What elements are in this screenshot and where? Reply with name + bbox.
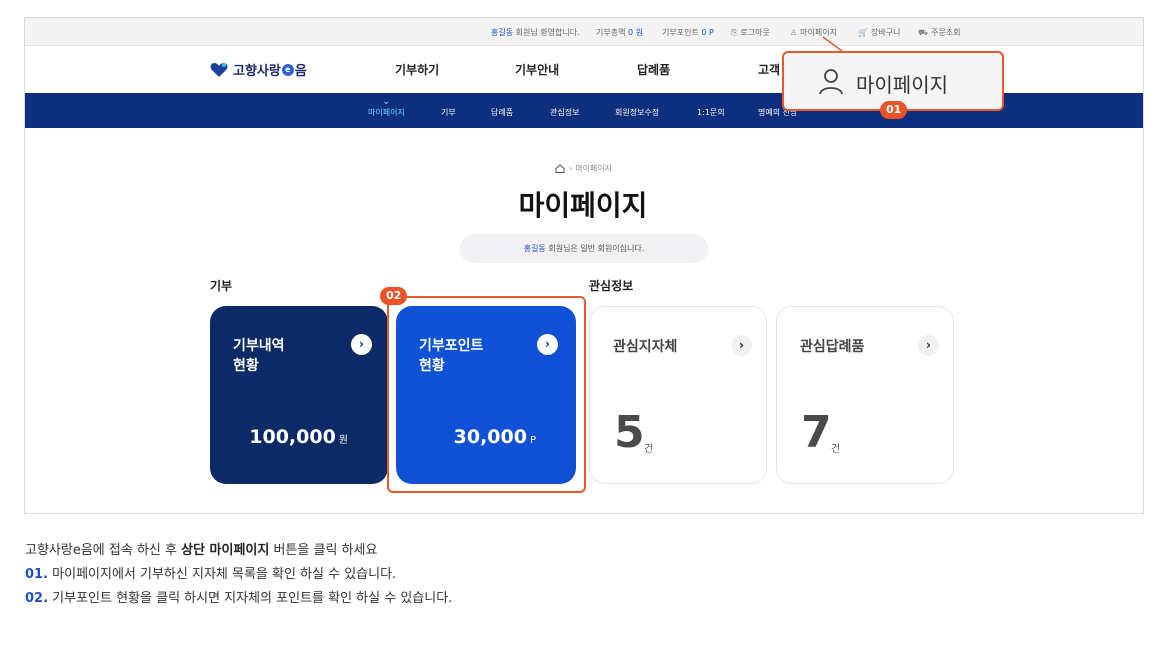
gnb-customer[interactable]: 고객 [758, 61, 780, 78]
callout-pointer-line [822, 36, 843, 52]
logo-text: 고향사랑 [233, 64, 281, 79]
logo-text-tail: 음 [294, 64, 307, 79]
greet-text: 회원님은 일반 회원이십니다. [548, 244, 645, 253]
member-grade-pill: 홍길동 회원님은 일반 회원이십니다. [460, 234, 708, 263]
interest-gifts-card[interactable]: 관심답례품 › 7 건 [776, 306, 954, 484]
orders-link[interactable]: ⛟ 주문조회 [918, 27, 961, 38]
card-count-unit: 건 [644, 444, 654, 455]
person-icon [819, 69, 843, 95]
points-card-highlight [387, 296, 586, 493]
donation-history-card[interactable]: 기부내역 현황 › 100,000 원 [210, 306, 388, 484]
interest-regions-card[interactable]: 관심지자체 › 5 건 [589, 306, 767, 484]
chevron-right-icon[interactable]: › [731, 335, 752, 356]
card-title: 관심답례품 [800, 339, 865, 355]
gnb-guide[interactable]: 기부안내 [515, 61, 559, 78]
subnav-member-edit[interactable]: 회원정보수정 [615, 107, 659, 118]
instruction-line-1: 고향사랑e음에 접속 하신 후 상단 마이페이지 버튼을 클릭 하세요 [25, 543, 378, 558]
callout-label: 마이페이지 [856, 73, 948, 97]
badge-01: 01 [880, 101, 908, 119]
breadcrumb: › 마이페이지 [555, 163, 612, 174]
breadcrumb-current: 마이페이지 [575, 164, 613, 173]
card-title: 기부내역 현황 [233, 338, 285, 374]
subnav-inquiry[interactable]: 1:1문의 [697, 107, 725, 118]
section-donation-heading: 기부 [210, 279, 233, 293]
card-value: 100,000 원 [249, 426, 348, 448]
site-logo[interactable]: 고향사랑 e 음 [210, 60, 307, 79]
chevron-right-icon[interactable]: › [918, 335, 939, 356]
donation-total: 기부총액 0 원 [596, 28, 643, 37]
welcome-text: 홍길동 회원님 환영합니다. [491, 28, 580, 37]
heart-logo-icon [210, 62, 228, 77]
card-count: 5 [614, 407, 645, 458]
logo-e-mark: e [281, 63, 294, 76]
donation-point: 기부포인트 0 P [662, 28, 714, 37]
cart-link[interactable]: 🛒 장바구니 [858, 27, 900, 38]
chevron-right-icon[interactable]: › [351, 334, 372, 355]
card-count: 7 [801, 407, 832, 458]
truck-icon: ⛟ [918, 28, 929, 37]
logout-link[interactable]: ⎘ 로그아웃 [731, 27, 770, 38]
subnav-interest[interactable]: 관심정보 [550, 107, 579, 118]
gnb-gifts[interactable]: 답례품 [637, 61, 670, 78]
badge-02: 02 [380, 287, 408, 305]
home-icon[interactable] [555, 164, 565, 173]
cart-icon: 🛒 [858, 28, 868, 37]
instruction-line-2: 01. 마이페이지에서 기부하신 지자체 목록을 확인 하실 수 있습니다. [25, 567, 397, 582]
card-title: 관심지자체 [613, 339, 678, 355]
instruction-line-3: 02. 기부포인트 현황을 클릭 하시면 지자체의 포인트를 확인 하실 수 있… [25, 591, 453, 606]
utility-bar: 홍길동 회원님 환영합니다. 기부총액 0 원 기부포인트 0 P ⎘ 로그아웃 … [25, 18, 1143, 46]
logout-icon: ⎘ [731, 28, 738, 37]
page-title: 마이페이지 [518, 189, 648, 222]
section-interest-heading: 관심정보 [589, 279, 634, 293]
greet-user-name: 홍길동 [523, 244, 546, 253]
breadcrumb-separator: › [569, 164, 573, 173]
gnb-donate[interactable]: 기부하기 [395, 61, 439, 78]
subnav-gifts[interactable]: 답례품 [491, 107, 513, 118]
subnav-donation[interactable]: 기부 [441, 107, 456, 118]
card-count-unit: 건 [831, 444, 841, 455]
person-icon: ♙ [790, 28, 798, 37]
subnav-mypage[interactable]: 마이페이지 [368, 96, 405, 118]
